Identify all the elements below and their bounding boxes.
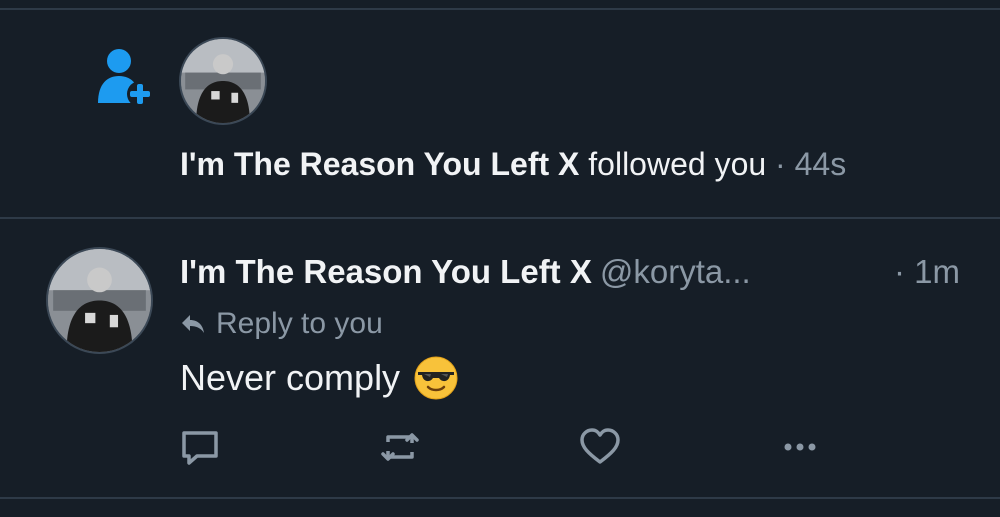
middle-divider bbox=[0, 217, 1000, 219]
reply-time-value: 1m bbox=[914, 253, 960, 290]
follow-user-plus-icon bbox=[98, 49, 153, 107]
like-icon[interactable] bbox=[578, 425, 622, 469]
follow-notification-text: I'm The Reason You Left X followed you ·… bbox=[180, 142, 846, 186]
reply-header: I'm The Reason You Left X @koryta... · 1m bbox=[180, 250, 960, 294]
reply-author-avatar[interactable] bbox=[46, 247, 153, 354]
reply-author-handle[interactable]: @koryta... bbox=[600, 253, 751, 290]
reply-context-label: Reply to you bbox=[216, 307, 383, 340]
follow-action-text: followed you bbox=[588, 146, 767, 182]
time-separator: · bbox=[893, 253, 905, 290]
more-icon[interactable] bbox=[778, 425, 822, 469]
notification-time: 44s bbox=[794, 146, 847, 182]
reply-icon[interactable] bbox=[178, 425, 222, 469]
sunglasses-emoji-icon bbox=[414, 356, 458, 400]
top-divider bbox=[0, 8, 1000, 10]
profile-photo bbox=[48, 249, 151, 352]
retweet-icon[interactable] bbox=[378, 425, 422, 469]
reply-author-name[interactable]: I'm The Reason You Left X bbox=[180, 253, 592, 290]
follower-avatar[interactable] bbox=[179, 37, 267, 125]
profile-photo bbox=[181, 39, 265, 123]
tweet-body: Never comply bbox=[180, 357, 401, 398]
time-separator: · bbox=[775, 146, 786, 182]
bottom-divider bbox=[0, 497, 1000, 499]
reply-arrow-icon bbox=[182, 315, 204, 333]
tweet-text: Never comply bbox=[180, 355, 458, 401]
follower-name[interactable]: I'm The Reason You Left X bbox=[180, 146, 579, 182]
reply-time: · 1m bbox=[894, 250, 960, 294]
reply-context: Reply to you bbox=[180, 304, 383, 344]
